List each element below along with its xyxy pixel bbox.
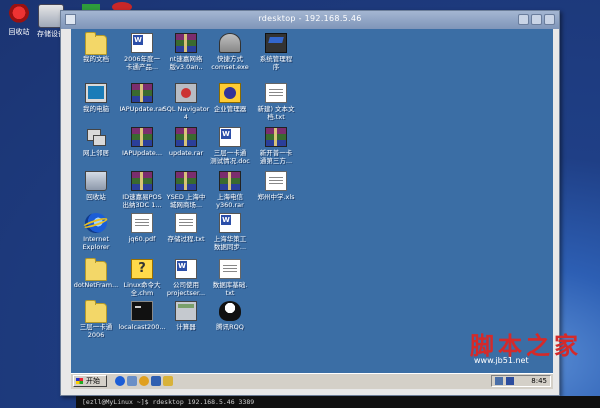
help-file-icon	[131, 259, 153, 279]
word-document-icon	[131, 33, 153, 53]
rar-archive-icon	[175, 127, 197, 147]
my-computer-icon	[85, 83, 107, 103]
desktop-shortcut[interactable]: 郑州中学.xls	[249, 171, 303, 201]
word-document-icon	[219, 213, 241, 233]
rar-archive-icon	[131, 171, 153, 191]
folder-icon	[85, 300, 107, 323]
minimize-button[interactable]	[518, 14, 529, 25]
network-neighborhood-icon	[85, 127, 107, 147]
maximize-button[interactable]	[531, 14, 542, 25]
excel-document-icon	[265, 171, 287, 191]
desktop-shortcut-label: 上海华策工 数据同步...	[213, 235, 247, 251]
enterprise-manager-icon	[219, 83, 241, 103]
taskbar-clock: 8:45	[531, 377, 547, 385]
desktop-shortcut-label: 新开普一卡 通第三方...	[259, 149, 293, 165]
text-document-icon	[175, 213, 197, 233]
desktop-shortcut-label: 系统管理程 序	[259, 55, 293, 71]
desktop-shortcut[interactable]: 新开普一卡 通第三方...	[249, 127, 303, 165]
desktop-quicklaunch-icon[interactable]	[127, 376, 137, 386]
desktop-shortcut-label: 腾讯RQQ	[216, 323, 244, 331]
host-trash-shortcut[interactable]: 回收站	[2, 4, 36, 36]
recycle-bin-icon	[85, 171, 107, 191]
system-manager-icon	[265, 33, 287, 53]
outlook-quicklaunch-icon[interactable]	[151, 376, 161, 386]
calculator-icon	[175, 301, 197, 321]
word-document-icon	[219, 127, 241, 147]
desktop-shortcut[interactable]: 新建) 文本文 档.txt	[249, 83, 303, 121]
word-document-icon	[175, 259, 197, 279]
rar-archive-icon	[265, 127, 287, 147]
desktop-shortcut[interactable]: 系统管理程 序	[249, 33, 303, 71]
desktop-shortcut[interactable]: 上海华策工 数据同步...	[203, 213, 257, 251]
desktop-shortcut-label: 数据库基础. txt	[212, 281, 248, 297]
text-document-icon	[265, 83, 287, 103]
desktop-shortcut-label: 新建) 文本文 档.txt	[257, 105, 295, 121]
rar-archive-icon	[219, 171, 241, 191]
rar-archive-icon	[175, 33, 197, 53]
terminal-icon	[131, 301, 153, 321]
internet-explorer-icon	[85, 213, 107, 233]
remote-taskbar: 开始 8:45	[71, 373, 553, 389]
explorer-quicklaunch-icon[interactable]	[163, 376, 173, 386]
folder-icon	[85, 258, 107, 281]
system-tray: 8:45	[491, 375, 551, 387]
window-titlebar[interactable]: rdesktop - 192.168.5.46	[61, 11, 559, 29]
rar-archive-icon	[131, 83, 153, 103]
network-tray-icon[interactable]	[495, 377, 503, 385]
media-quicklaunch-icon[interactable]	[139, 376, 149, 386]
desktop-shortcut-label: 郑州中学.xls	[257, 193, 295, 201]
shield-tray-icon[interactable]	[506, 377, 514, 385]
rar-archive-icon	[131, 127, 153, 147]
terminal-line: [ezll@MyLinux ~]$ rdesktop 192.168.5.46 …	[76, 396, 600, 408]
start-label: 开始	[86, 377, 100, 385]
rar-archive-icon	[175, 171, 197, 191]
text-document-icon	[219, 259, 241, 279]
sql-navigator-icon	[175, 83, 197, 103]
pdf-document-icon	[131, 213, 153, 233]
trash-icon	[7, 4, 31, 26]
window-title: rdesktop - 192.168.5.46	[258, 14, 362, 23]
desktop-shortcut[interactable]: 数据库基础. txt	[203, 259, 257, 297]
windows-logo-icon	[76, 378, 83, 384]
folder-icon	[85, 32, 107, 55]
host-icon-label: 回收站	[8, 28, 30, 36]
watermark-url: www.jb51.net	[474, 356, 529, 365]
ie-quicklaunch-icon[interactable]	[115, 376, 125, 386]
close-button[interactable]	[544, 14, 555, 25]
start-button[interactable]: 开始	[73, 375, 107, 387]
desktop-shortcut[interactable]: 腾讯RQQ	[203, 301, 257, 331]
qq-chat-icon	[219, 301, 241, 321]
network-tool-icon	[219, 33, 241, 53]
